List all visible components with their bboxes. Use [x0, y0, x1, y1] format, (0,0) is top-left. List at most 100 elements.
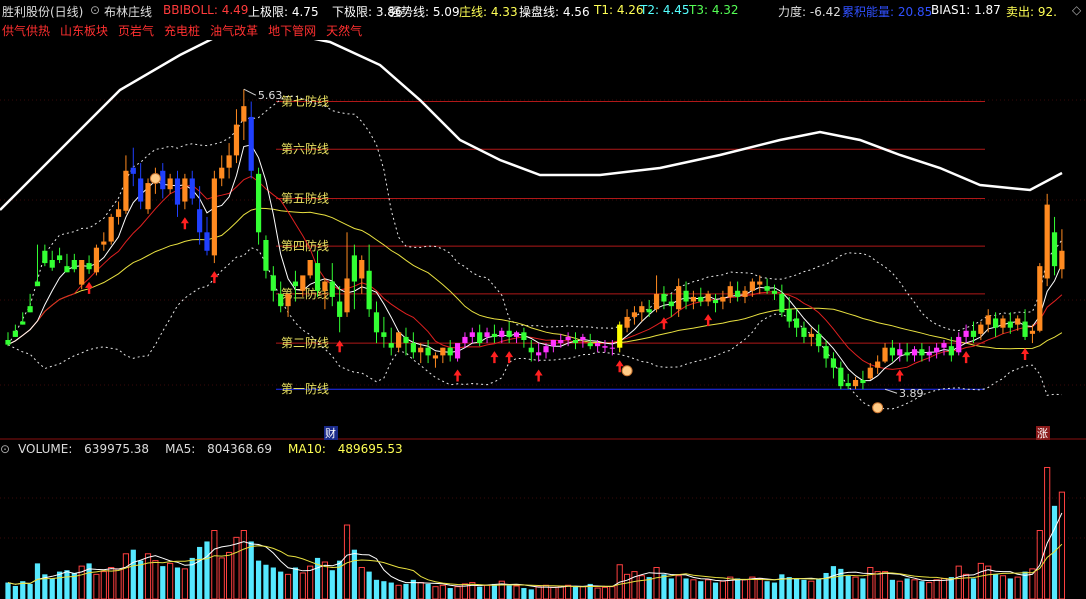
volume-bar-36 [270, 567, 276, 599]
finance-tag: 财 [325, 426, 336, 440]
volume-bar-99 [735, 578, 741, 599]
buy-arrow-130 [962, 351, 971, 364]
candle-body-43 [322, 281, 328, 291]
candle-body-72 [536, 352, 542, 356]
candle-body-14 [108, 216, 114, 242]
volume-bar-118 [874, 571, 881, 599]
candle-body-9 [71, 260, 77, 270]
concept-tag-1: 山东板块 [60, 24, 109, 38]
candle-body-113 [838, 367, 844, 387]
indicator-menu-icon[interactable]: ⊙ [90, 3, 100, 17]
candle-body-96 [712, 300, 719, 304]
candle-body-138 [1022, 321, 1028, 337]
candle-body-28 [211, 178, 217, 256]
volume-bar-78 [579, 586, 586, 599]
volume-bar-100 [741, 579, 749, 599]
candle-body-140 [1037, 266, 1043, 331]
candle-body-71 [528, 347, 534, 353]
volume-bar-68 [506, 585, 512, 599]
low-pointer [884, 388, 898, 394]
candle-body-143 [1059, 250, 1065, 270]
candle-body-87 [646, 309, 652, 313]
candle-body-3 [27, 306, 33, 313]
candle-body-8 [64, 266, 70, 273]
header-value-1: 上极限: 4.75 [248, 5, 319, 19]
volume-bar-108 [801, 579, 807, 599]
volume-bar-97 [719, 580, 726, 599]
volume-bar-35 [263, 564, 269, 599]
candle-body-109 [808, 333, 814, 337]
candle-body-41 [307, 260, 313, 276]
volume-bar-121 [896, 580, 903, 599]
candle-body-32 [241, 106, 247, 122]
volume-bar-21 [160, 566, 166, 599]
volume-label: VOLUME: 639975.38 [18, 442, 150, 456]
volume-bar-29 [218, 557, 225, 599]
concept-tag-3: 充电桩 [164, 24, 201, 38]
candle-body-141 [1044, 204, 1050, 279]
volume-bar-7 [56, 571, 63, 599]
candle-body-124 [919, 349, 925, 356]
hand-signal-icon-2 [149, 172, 161, 184]
candle-body-107 [793, 318, 800, 328]
candle-body-123 [911, 349, 918, 356]
candle-body-98 [727, 286, 733, 297]
candle-body-121 [897, 349, 903, 356]
candle-body-101 [749, 281, 755, 291]
candle-body-135 [1000, 318, 1006, 328]
volume-bar-76 [565, 584, 572, 599]
indicator-header: 胜利股份(日线) ⊙ 布林庄线 BBIBOLL: 4.49 上极限: 4.75 下极限: … [0, 0, 1086, 20]
volume-bar-126 [933, 579, 940, 599]
price-chart[interactable]: 第七防线第六防线第五防线第四防线第三防线第二防线第一防线5.633.89财涨 [0, 40, 1086, 440]
candle-body-46 [344, 278, 350, 313]
concept-tag-4: 油气改革 [210, 24, 259, 38]
volume-bar-88 [653, 566, 660, 599]
candle-body-106 [786, 309, 792, 322]
volume-bar-28 [211, 530, 218, 599]
strong-line [0, 40, 1063, 211]
buy-arrow-95 [704, 314, 713, 327]
volume-bar-95 [705, 579, 712, 599]
candle-body-134 [992, 318, 999, 328]
volume-bar-107 [793, 578, 800, 599]
volume-bar-24 [181, 568, 188, 599]
stock-title: 胜利股份(日线) [2, 5, 84, 19]
volume-bar-89 [661, 574, 667, 599]
candle-body-17 [130, 167, 136, 174]
candle-body-15 [115, 209, 122, 217]
candle-body-103 [764, 286, 770, 291]
volume-bar-20 [152, 560, 159, 599]
candle-body-69 [513, 332, 520, 337]
volume-bar-16 [122, 553, 130, 599]
volume-bar-71 [528, 589, 534, 599]
zhuang-line [7, 207, 1063, 350]
volume-bar-111 [823, 572, 829, 599]
volume-bar-26 [197, 546, 203, 599]
candle-body-89 [661, 293, 667, 302]
candle-body-25 [189, 178, 195, 199]
candle-body-58 [432, 355, 439, 359]
buy-arrow-61 [453, 369, 462, 382]
volume-bar-92 [683, 578, 689, 599]
candle-body-105 [779, 293, 785, 313]
volume-bar-93 [690, 579, 697, 599]
candle-body-82 [609, 347, 615, 349]
candle-body-54 [403, 336, 409, 344]
volume-bar-80 [594, 587, 601, 599]
settings-icon[interactable]: ◇ [1072, 3, 1081, 17]
volume-bar-1 [12, 585, 18, 599]
volume-chart[interactable] [0, 458, 1086, 599]
candle-body-84 [624, 316, 630, 328]
volume-bar-116 [860, 578, 866, 599]
volume-bar-109 [808, 580, 815, 599]
candle-body-57 [425, 347, 431, 356]
volume-bar-58 [432, 586, 439, 599]
candle-body-4 [34, 281, 41, 287]
candle-body-23 [174, 178, 181, 205]
buy-arrow-72 [534, 369, 543, 382]
candle-body-51 [381, 332, 387, 337]
volume-bar-112 [830, 566, 837, 599]
volume-menu-icon[interactable]: ⊙ [0, 442, 10, 456]
candle-body-120 [889, 347, 895, 356]
candle-body-112 [830, 358, 837, 368]
